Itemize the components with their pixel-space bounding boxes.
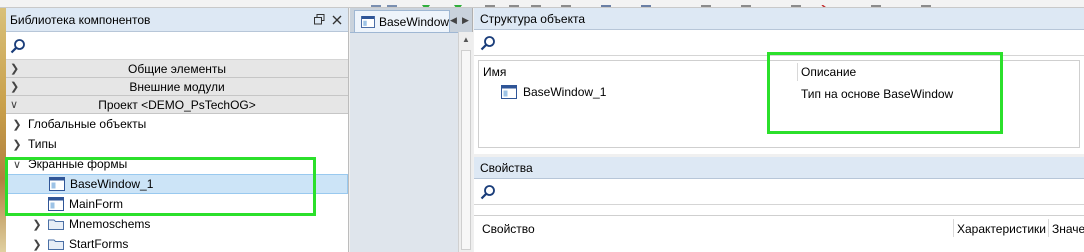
chevron-right-icon[interactable]: ❯ <box>10 80 20 93</box>
tab-basewindow[interactable]: BaseWindow <box>354 10 450 32</box>
table-header: Свойство Характеристики Значение <box>474 216 1084 240</box>
column-divider[interactable] <box>953 219 954 237</box>
toolbar-icon[interactable] <box>508 0 520 7</box>
scrollbar-thumb[interactable] <box>461 50 471 250</box>
object-structure-header: Структура объекта <box>474 8 1084 30</box>
chevron-down-icon[interactable]: ∨ <box>10 158 24 171</box>
object-structure-panel: Структура объекта Имя Описание BaseWindo… <box>474 8 1084 154</box>
name-cell: BaseWindow_1 <box>501 85 606 99</box>
tree-item-label: MainForm <box>69 197 124 211</box>
tree-item-basewindow-1[interactable]: BaseWindow_1 <box>6 174 348 194</box>
toolbar-icon[interactable] <box>640 0 652 7</box>
toolbar-icon[interactable] <box>740 0 752 7</box>
panel-title: Библиотека компонентов <box>10 12 151 27</box>
editor-tab-area: BaseWindow ◀ ▶ ▲ <box>350 8 473 252</box>
chevron-right-icon[interactable]: ❯ <box>10 62 20 75</box>
object-description: Тип на основе BaseWindow <box>801 87 954 101</box>
search-icon <box>480 184 495 199</box>
chevron-right-icon[interactable]: ❯ <box>10 138 24 151</box>
editor-canvas[interactable] <box>350 32 458 252</box>
folder-icon <box>48 239 64 250</box>
chevron-down-icon[interactable]: ∨ <box>10 98 20 111</box>
toolbar-icon[interactable] <box>700 0 712 7</box>
tree-item-mainform[interactable]: MainForm <box>6 194 348 214</box>
column-header-description[interactable]: Описание <box>801 65 856 79</box>
properties-panel: Свойства Свойство Характеристики Значени… <box>474 157 1084 252</box>
table-header: Имя Описание <box>479 61 1079 83</box>
chevron-right-icon[interactable]: ❯ <box>30 238 44 251</box>
toolbar-icon[interactable] <box>530 0 542 7</box>
tree-item-screen-forms[interactable]: ∨ Экранные формы <box>6 154 348 174</box>
vertical-scrollbar[interactable]: ▲ <box>458 32 473 252</box>
window-icon <box>49 177 65 191</box>
run-icon[interactable] <box>452 0 464 7</box>
close-icon[interactable] <box>820 0 832 7</box>
toolbar-icon[interactable] <box>560 0 572 7</box>
object-structure-table: Имя Описание BaseWindow_1 Тип на основе … <box>478 60 1080 148</box>
object-name: BaseWindow_1 <box>523 85 607 99</box>
search-icon <box>10 38 25 53</box>
toolbar-icon[interactable] <box>484 0 496 7</box>
window-icon <box>501 85 517 99</box>
scroll-up-icon[interactable]: ▲ <box>462 35 470 44</box>
tab-label: BaseWindow <box>379 14 450 29</box>
category-label: Проект <DEMO_PsTechOG> <box>98 97 256 112</box>
category-external[interactable]: ❯ Внешние модули <box>6 78 348 96</box>
chevron-right-icon[interactable]: ❯ <box>10 118 24 131</box>
tree-item-global-objects[interactable]: ❯ Глобальные объекты <box>6 114 348 134</box>
table-row[interactable]: BaseWindow_1 Тип на основе BaseWindow <box>479 83 1079 103</box>
category-common[interactable]: ❯ Общие элементы <box>6 60 348 78</box>
toolbar-icon[interactable] <box>386 0 398 7</box>
tree-item-startforms[interactable]: ❯ StartForms <box>6 234 348 252</box>
toolbar-icon[interactable] <box>370 0 382 7</box>
column-header-value[interactable]: Значение <box>1052 222 1084 236</box>
column-divider[interactable] <box>1048 219 1049 237</box>
category-label: Внешние модули <box>129 79 225 94</box>
window-icon <box>361 15 375 28</box>
run-icon[interactable] <box>420 0 432 7</box>
tree-item-mnemoschems[interactable]: ❯ Mnemoschems <box>6 214 348 234</box>
tree-item-label: Mnemoschems <box>69 217 151 231</box>
tab-scroll-left-icon[interactable]: ◀ <box>448 13 459 27</box>
column-divider[interactable] <box>797 63 798 81</box>
folder-icon <box>48 219 64 230</box>
panel-title: Свойства <box>480 160 533 175</box>
column-header-property[interactable]: Свойство <box>482 222 535 236</box>
category-project[interactable]: ∨ Проект <DEMO_PsTechOG> <box>6 96 348 114</box>
tree-item-label: Типы <box>28 137 57 151</box>
toolbar-icon[interactable] <box>920 0 932 7</box>
component-library-panel: Библиотека компонентов ❯ Общие элементы … <box>6 8 349 252</box>
tree-item-label: StartForms <box>69 237 129 251</box>
tree-item-label: Экранные формы <box>28 157 128 171</box>
category-label: Общие элементы <box>128 61 226 76</box>
properties-search[interactable] <box>474 179 1084 205</box>
close-icon[interactable] <box>330 13 344 27</box>
toolbar-icon[interactable] <box>600 0 612 7</box>
toolbar-icon[interactable] <box>790 0 802 7</box>
tree-item-label: Глобальные объекты <box>28 117 147 131</box>
window-icon <box>48 197 64 211</box>
main-toolbar <box>0 0 1084 8</box>
toolbar-icon[interactable] <box>870 0 882 7</box>
properties-table: Свойство Характеристики Значение <box>474 215 1084 251</box>
panel-title: Структура объекта <box>480 11 586 26</box>
tree-item-types[interactable]: ❯ Типы <box>6 134 348 154</box>
search-icon <box>480 35 495 50</box>
component-library-header: Библиотека компонентов <box>6 8 348 32</box>
column-header-characteristics[interactable]: Характеристики <box>957 222 1046 236</box>
library-search[interactable] <box>6 32 348 60</box>
column-header-name[interactable]: Имя <box>483 65 506 79</box>
chevron-right-icon[interactable]: ❯ <box>30 218 44 231</box>
properties-header: Свойства <box>474 157 1084 179</box>
tab-scroll-right-icon[interactable]: ▶ <box>460 13 471 27</box>
object-structure-search[interactable] <box>474 30 1084 56</box>
restore-icon[interactable] <box>312 13 326 27</box>
tree-item-label: BaseWindow_1 <box>70 177 154 191</box>
